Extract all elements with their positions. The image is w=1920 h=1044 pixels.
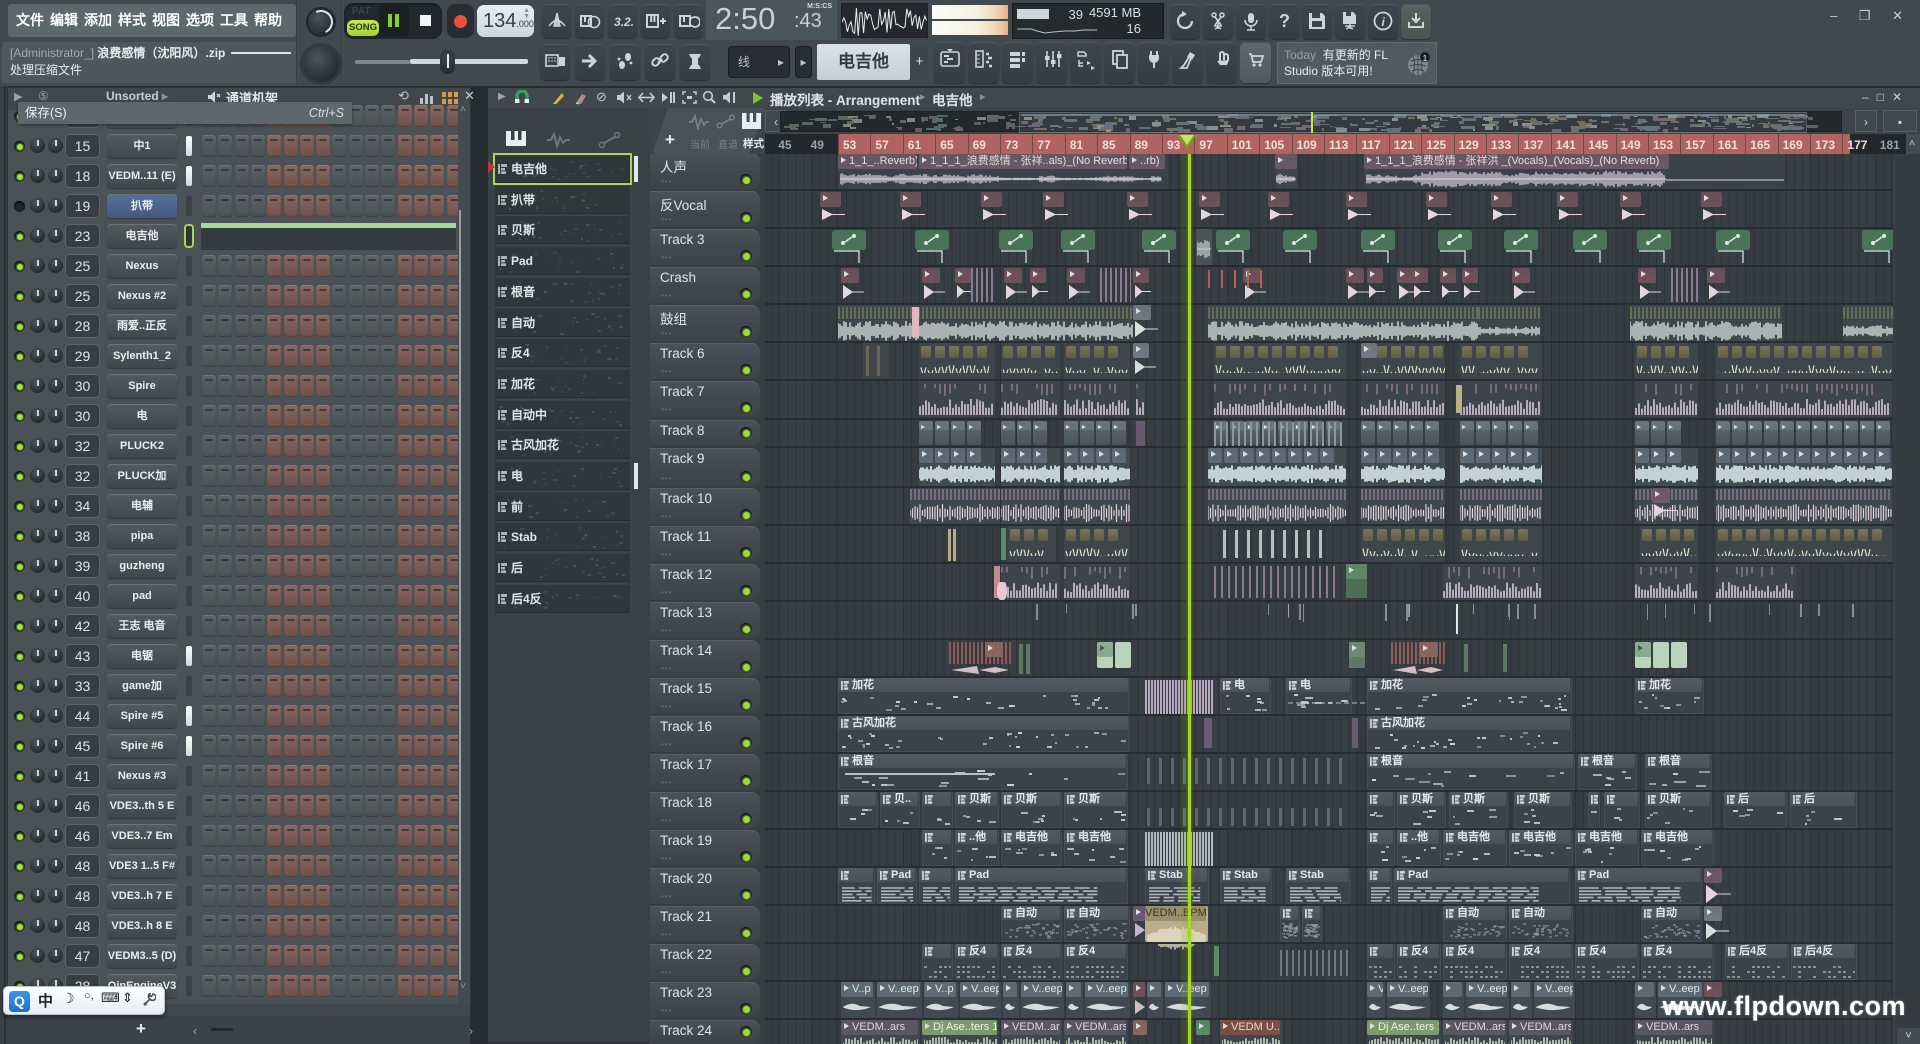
svg-text:1: 1 xyxy=(1423,54,1428,63)
svg-text:3.2.1: 3.2.1 xyxy=(614,15,634,29)
svg-text:i: i xyxy=(1382,15,1386,29)
svg-text:?: ? xyxy=(1279,11,1290,31)
